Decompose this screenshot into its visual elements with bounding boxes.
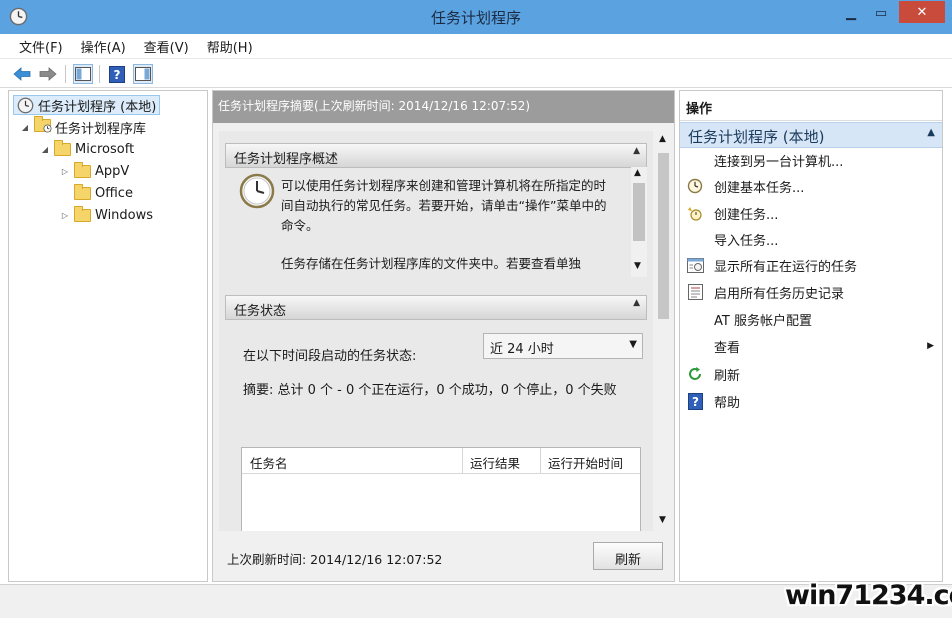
tree-item-label: Windows <box>95 207 154 223</box>
last-refresh-time: 上次刷新时间: 2014/12/16 12:07:52 <box>227 552 443 567</box>
minimize-button[interactable]: ▁ <box>838 2 864 24</box>
tree-item-label: 任务计划程序库 <box>55 121 147 137</box>
folder-icon <box>74 183 91 200</box>
action-help[interactable]: ? 帮助 <box>680 389 942 413</box>
collapse-icon[interactable]: ▲ <box>927 127 935 138</box>
task-status-section-title: 任务状态 <box>234 304 287 319</box>
action-display-running-tasks[interactable]: 显示所有正在运行的任务 <box>680 253 942 277</box>
collapse-icon[interactable]: ◢ <box>19 123 31 132</box>
menu-file[interactable]: 文件(F) <box>10 37 72 56</box>
back-arrow-icon[interactable] <box>12 64 32 84</box>
svg-text:?: ? <box>692 395 699 409</box>
status-summary: 摘要: 总计 0 个 - 0 个正在运行，0 个成功，0 个停止，0 个失败 <box>243 383 617 398</box>
task-history-icon <box>686 283 704 301</box>
collapse-section-icon[interactable]: ▲ <box>633 298 640 308</box>
expand-icon[interactable]: ▷ <box>59 211 71 220</box>
tree-item-microsoft[interactable]: ◢ Microsoft <box>39 139 134 159</box>
window-title: 任务计划程序 <box>430 9 521 27</box>
overview-description-more: 任务存储在任务计划程序库的文件夹中。若要查看单独 <box>281 256 582 271</box>
summary-scrollbar[interactable]: ▲ ▼ <box>655 131 672 531</box>
actions-title: 操作 <box>680 91 942 121</box>
tree-item-label: 任务计划程序 (本地) <box>38 99 157 115</box>
scroll-up-icon[interactable]: ▲ <box>659 134 666 144</box>
tree-item-label: Microsoft <box>75 141 135 157</box>
help-icon: ? <box>686 392 704 410</box>
clock-icon <box>17 97 34 113</box>
task-status-section-header[interactable]: 任务状态 ▲ <box>225 295 647 320</box>
refresh-icon <box>686 365 704 383</box>
scrollbar-thumb[interactable] <box>633 183 645 241</box>
time-range-value: 近 24 小时 <box>490 342 554 357</box>
close-button[interactable]: ✕ <box>899 1 945 23</box>
tree-item-library[interactable]: ◢ 任务计划程序库 <box>19 115 147 137</box>
maximize-button[interactable]: ▭ <box>868 2 894 24</box>
action-view[interactable]: 查看 ▶ <box>680 334 942 358</box>
overview-scrollbar[interactable]: ▲ ▼ <box>631 167 647 277</box>
folder-icon <box>74 205 91 222</box>
forward-arrow-icon[interactable] <box>38 64 58 84</box>
actions-group-title: 任务计划程序 (本地) <box>688 128 825 146</box>
task-status-table: 任务名 运行结果 运行开始时间 <box>241 447 641 531</box>
show-hide-action-pane-icon[interactable] <box>133 64 153 84</box>
chevron-down-icon: ▼ <box>629 339 637 350</box>
column-header-run-result[interactable]: 运行结果 <box>462 448 540 474</box>
menu-help[interactable]: 帮助(H) <box>198 37 262 56</box>
toolbar: ? <box>0 60 952 88</box>
action-refresh[interactable]: 刷新 <box>680 362 942 386</box>
summary-body: 任务计划程序概述 ▲ 可以使用任务计划程序来创建和管理计算机将在所指定的时间自动… <box>219 131 653 531</box>
menu-action[interactable]: 操作(A) <box>72 37 135 56</box>
tree-item-office[interactable]: Office <box>59 183 133 203</box>
help-icon[interactable]: ? <box>107 64 127 84</box>
menu-view[interactable]: 查看(V) <box>135 37 198 56</box>
clock-icon <box>239 173 275 209</box>
folder-icon <box>54 139 71 156</box>
overview-section-header[interactable]: 任务计划程序概述 ▲ <box>225 143 647 168</box>
action-connect-computer[interactable]: 连接到另一台计算机... <box>680 148 942 172</box>
tree-item-windows[interactable]: ▷ Windows <box>59 205 153 225</box>
action-at-service-account[interactable]: AT 服务帐户配置 <box>680 307 942 331</box>
create-task-icon <box>686 204 704 222</box>
scroll-down-icon[interactable]: ▼ <box>659 515 666 525</box>
tree-item-appv[interactable]: ▷ AppV <box>59 161 129 181</box>
range-label: 在以下时间段启动的任务状态: <box>243 349 417 364</box>
time-range-select[interactable]: 近 24 小时 ▼ <box>483 333 643 359</box>
scrollbar-thumb[interactable] <box>658 153 669 319</box>
console-tree: 任务计划程序 (本地) ◢ 任务计划程序库 ◢ Microsoft ▷ AppV… <box>8 90 208 582</box>
action-enable-task-history[interactable]: 启用所有任务历史记录 <box>680 280 942 304</box>
title-bar: 任务计划程序 ▁ ▭ ✕ <box>0 0 952 34</box>
summary-pane: 任务计划程序摘要(上次刷新时间: 2014/12/16 12:07:52) 任务… <box>212 90 675 582</box>
action-create-task[interactable]: 创建任务... <box>680 201 942 225</box>
actions-group-header[interactable]: 任务计划程序 (本地) ▲ <box>680 122 942 148</box>
summary-header: 任务计划程序摘要(上次刷新时间: 2014/12/16 12:07:52) <box>213 91 674 123</box>
folder-icon <box>74 161 91 178</box>
scroll-up-icon[interactable]: ▲ <box>634 168 641 178</box>
library-folder-clock-icon <box>34 115 52 136</box>
tree-item-scheduler-local[interactable]: 任务计划程序 (本地) <box>13 95 161 115</box>
submenu-arrow-icon: ▶ <box>927 341 934 351</box>
expand-icon[interactable]: ▷ <box>59 167 71 176</box>
action-create-basic-task[interactable]: 创建基本任务... <box>680 174 942 198</box>
menu-bar: 文件(F) 操作(A) 查看(V) 帮助(H) <box>0 34 952 59</box>
overview-description: 可以使用任务计划程序来创建和管理计算机将在所指定的时间自动执行的常见任务。若要开… <box>281 178 607 233</box>
action-import-task[interactable]: 导入任务... <box>680 227 942 251</box>
column-header-task-name[interactable]: 任务名 <box>242 448 462 474</box>
running-tasks-icon <box>686 256 704 274</box>
column-header-run-start[interactable]: 运行开始时间 <box>540 448 640 474</box>
svg-text:?: ? <box>114 68 121 82</box>
overview-section-title: 任务计划程序概述 <box>234 152 339 167</box>
scroll-down-icon[interactable]: ▼ <box>634 261 641 271</box>
basic-task-clock-icon <box>686 177 704 195</box>
collapse-icon[interactable]: ◢ <box>39 145 51 154</box>
tree-item-label: AppV <box>95 163 130 179</box>
site-watermark: win71234.com <box>785 580 952 611</box>
collapse-section-icon[interactable]: ▲ <box>633 146 640 156</box>
tree-item-label: Office <box>95 185 133 201</box>
show-hide-console-tree-icon[interactable] <box>73 64 93 84</box>
actions-pane: 操作 任务计划程序 (本地) ▲ 连接到另一台计算机... 创建基本任务... … <box>679 90 943 582</box>
refresh-button[interactable]: 刷新 <box>593 542 663 570</box>
